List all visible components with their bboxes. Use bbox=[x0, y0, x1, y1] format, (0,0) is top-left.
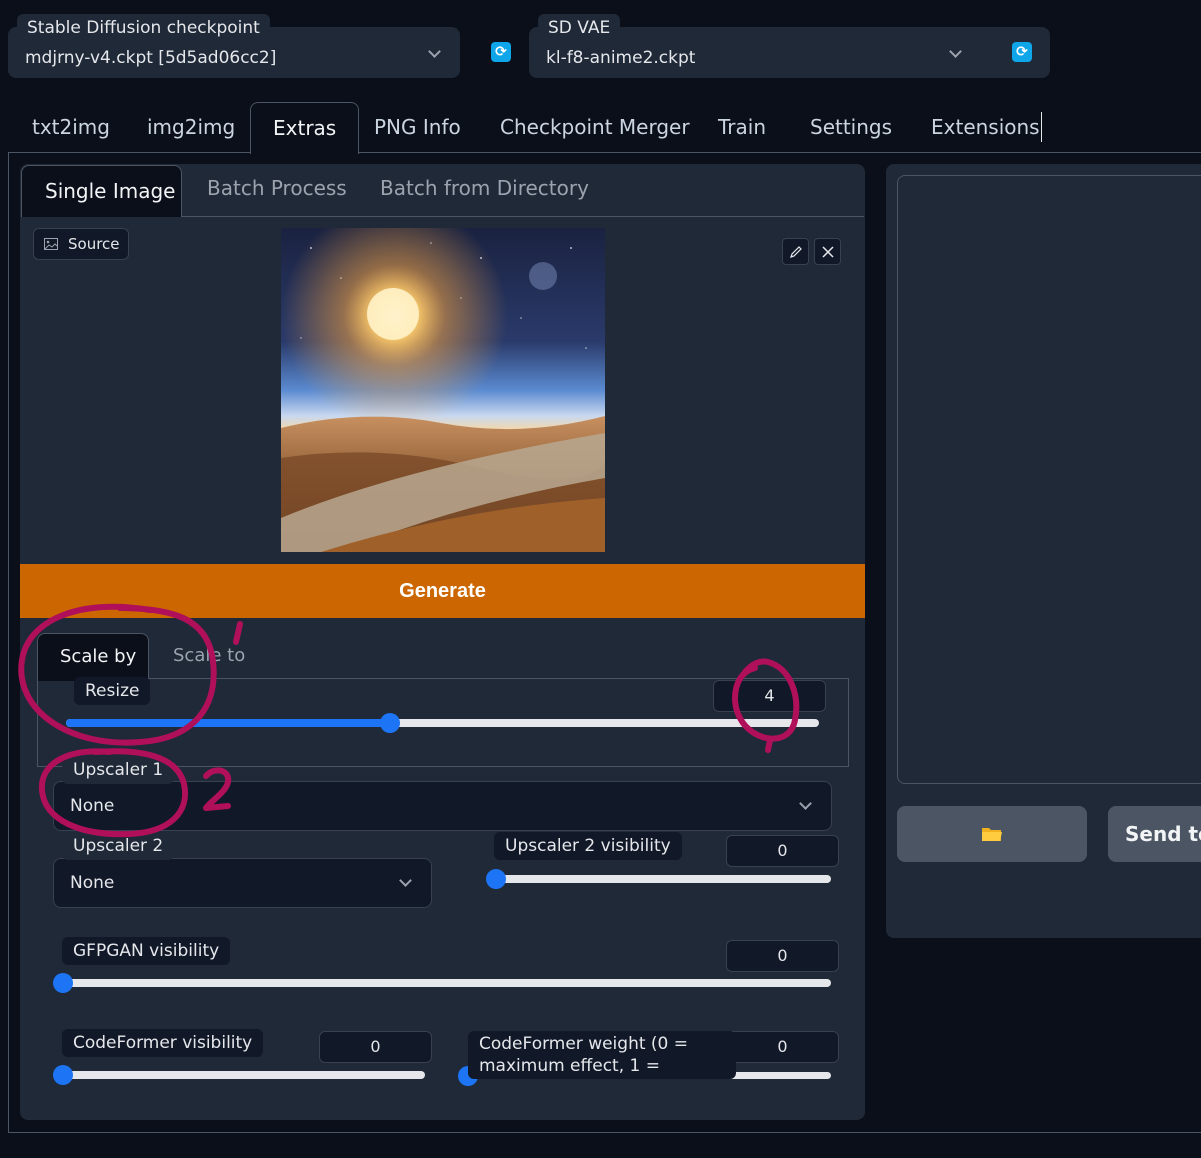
codeformer-visibility-thumb[interactable] bbox=[53, 1065, 73, 1085]
upscaler1-dropdown[interactable]: None bbox=[53, 781, 832, 831]
vae-value: kl-f8-anime2.ckpt bbox=[546, 48, 696, 68]
folder-icon bbox=[982, 828, 1002, 841]
tab-extras[interactable]: Extras bbox=[250, 102, 360, 154]
chevron-down-icon bbox=[428, 45, 441, 58]
tab-txt2img[interactable]: txt2img bbox=[32, 112, 110, 142]
upscaler2-visibility-slider[interactable] bbox=[486, 869, 831, 889]
tab-scale-to[interactable]: Scale to bbox=[173, 645, 245, 666]
generate-button[interactable]: Generate bbox=[20, 564, 865, 618]
clear-image-button[interactable] bbox=[814, 238, 841, 265]
gfpgan-thumb[interactable] bbox=[53, 973, 73, 993]
resize-slider[interactable] bbox=[66, 713, 819, 733]
codeformer-visibility-slider[interactable] bbox=[53, 1065, 425, 1085]
tab-scale-by[interactable]: Scale by bbox=[37, 633, 149, 681]
upscaler2-visibility-label: Upscaler 2 visibility bbox=[494, 832, 682, 860]
refresh-icon[interactable]: ⟳ bbox=[491, 42, 511, 62]
source-badge: Source bbox=[33, 228, 129, 260]
subtab-single-image[interactable]: Single Image bbox=[21, 165, 182, 217]
output-gallery bbox=[897, 175, 1201, 784]
tab-train[interactable]: Train bbox=[718, 112, 766, 142]
tab-png-info[interactable]: PNG Info bbox=[374, 112, 461, 142]
codeformer-visibility-input[interactable]: 0 bbox=[319, 1031, 432, 1063]
checkpoint-value: mdjrny-v4.ckpt [5d5ad06cc2] bbox=[25, 48, 277, 68]
edit-image-button[interactable] bbox=[782, 238, 809, 265]
tab-checkpoint-merger[interactable]: Checkpoint Merger bbox=[500, 112, 690, 142]
source-label: Source bbox=[68, 235, 120, 253]
chevron-down-icon bbox=[949, 45, 962, 58]
upscaler2-visibility-input[interactable]: 0 bbox=[726, 835, 839, 867]
chevron-down-icon bbox=[799, 797, 812, 810]
upscaler2-dropdown[interactable]: None bbox=[53, 858, 432, 908]
vae-label: SD VAE bbox=[538, 14, 621, 42]
pencil-icon bbox=[789, 245, 802, 258]
source-image bbox=[281, 228, 605, 552]
gfpgan-label: GFPGAN visibility bbox=[62, 937, 231, 965]
codeformer-weight-label: CodeFormer weight (0 = maximum effect, 1… bbox=[468, 1031, 736, 1079]
upscaler1-value: None bbox=[70, 796, 115, 816]
upscaler2-label: Upscaler 2 bbox=[62, 832, 175, 860]
codeformer-visibility-label: CodeFormer visibility bbox=[62, 1029, 264, 1057]
subtab-batch-from-directory[interactable]: Batch from Directory bbox=[380, 176, 589, 200]
upscaler2-value: None bbox=[70, 873, 115, 893]
tab-extensions[interactable]: Extensions bbox=[931, 112, 1042, 142]
tab-img2img[interactable]: img2img bbox=[147, 112, 235, 142]
subtab-batch-process[interactable]: Batch Process bbox=[207, 176, 347, 200]
upscaler1-label: Upscaler 1 bbox=[62, 756, 175, 784]
refresh-icon[interactable]: ⟳ bbox=[1012, 42, 1032, 62]
codeformer-weight-input[interactable]: 0 bbox=[726, 1031, 839, 1063]
checkpoint-label: Stable Diffusion checkpoint bbox=[17, 14, 270, 42]
resize-slider-fill bbox=[66, 719, 390, 727]
open-folder-button[interactable] bbox=[897, 806, 1087, 862]
gfpgan-slider[interactable] bbox=[53, 973, 831, 993]
gfpgan-input[interactable]: 0 bbox=[726, 940, 839, 972]
send-to-button[interactable]: Send to bbox=[1108, 806, 1201, 862]
resize-slider-thumb[interactable] bbox=[379, 713, 400, 733]
close-icon bbox=[821, 245, 834, 258]
upscaler2-visibility-thumb[interactable] bbox=[486, 869, 506, 889]
chevron-down-icon bbox=[399, 874, 412, 887]
resize-number-input[interactable]: 4 bbox=[713, 680, 826, 712]
tab-settings[interactable]: Settings bbox=[810, 112, 892, 142]
resize-label: Resize bbox=[74, 677, 151, 705]
image-icon bbox=[44, 238, 58, 250]
